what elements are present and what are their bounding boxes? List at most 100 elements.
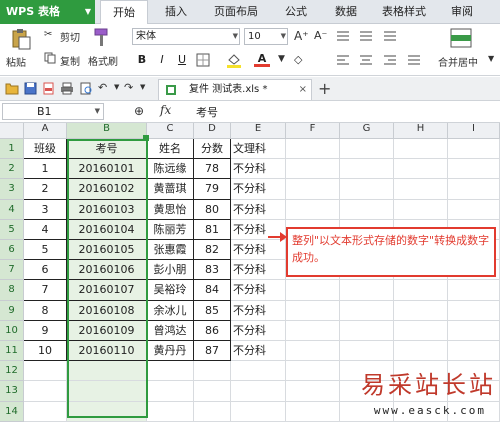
format-painter-label[interactable]: 格式刷 [88, 53, 118, 68]
tab-table-style[interactable]: 表格样式 [376, 0, 432, 24]
decrease-font-icon[interactable]: A⁻ [314, 29, 327, 42]
table-cell[interactable]: 86 [194, 320, 231, 341]
table-cell[interactable]: 黄蔷琪 [147, 179, 194, 200]
copy-label[interactable]: 复制 [60, 53, 80, 68]
empty-cell[interactable] [231, 401, 286, 422]
column-header-a[interactable]: A [24, 123, 67, 139]
table-cell[interactable]: 9 [24, 320, 67, 341]
row-header[interactable]: 12 [0, 361, 24, 382]
table-cell[interactable]: 曾鸿达 [147, 320, 194, 341]
open-folder-icon[interactable] [5, 82, 19, 95]
empty-cell[interactable] [147, 361, 194, 382]
table-cell[interactable]: 83 [194, 260, 231, 281]
empty-cell[interactable] [394, 341, 448, 362]
empty-cell[interactable] [394, 139, 448, 160]
table-cell[interactable]: 吴裕玲 [147, 280, 194, 301]
empty-cell[interactable] [340, 199, 394, 220]
row-header[interactable]: 5 [0, 219, 24, 240]
paste-label[interactable]: 粘贴 [6, 54, 26, 69]
table-cell[interactable]: 20160107 [67, 280, 147, 301]
empty-cell[interactable] [194, 401, 231, 422]
column-header-d[interactable]: D [194, 123, 231, 139]
empty-cell[interactable] [394, 179, 448, 200]
column-header-h[interactable]: H [394, 123, 448, 139]
row-header[interactable]: 11 [0, 341, 24, 362]
column-header-i[interactable]: I [448, 123, 500, 139]
table-cell[interactable]: 81 [194, 219, 231, 240]
app-menu-button[interactable]: WPS 表格 ▼ [0, 0, 95, 24]
empty-cell[interactable] [394, 199, 448, 220]
column-header-e[interactable]: E [231, 123, 286, 139]
table-cell[interactable]: 不分科 [231, 179, 286, 200]
row-header[interactable]: 3 [0, 179, 24, 200]
table-cell[interactable]: 20160102 [67, 179, 147, 200]
fill-color-icon[interactable] [226, 52, 242, 68]
empty-cell[interactable] [394, 300, 448, 321]
format-painter-icon[interactable] [92, 28, 110, 48]
tab-insert[interactable]: 插入 [158, 0, 194, 24]
table-cell[interactable]: 85 [194, 300, 231, 321]
font-size-select[interactable]: 10 ▼ [244, 28, 288, 45]
export-pdf-icon[interactable] [42, 82, 55, 95]
header-cell[interactable]: 考号 [67, 139, 147, 160]
table-cell[interactable]: 黄思怡 [147, 199, 194, 220]
header-cell[interactable]: 文理科 [231, 139, 286, 160]
table-cell[interactable]: 7 [24, 280, 67, 301]
table-cell[interactable]: 78 [194, 159, 231, 180]
table-cell[interactable]: 张惠霞 [147, 240, 194, 261]
table-cell[interactable]: 79 [194, 179, 231, 200]
empty-cell[interactable] [286, 139, 340, 160]
table-cell[interactable]: 6 [24, 260, 67, 281]
header-cell[interactable]: 姓名 [147, 139, 194, 160]
empty-cell[interactable] [286, 199, 340, 220]
column-header-c[interactable]: C [147, 123, 194, 139]
table-cell[interactable]: 2 [24, 179, 67, 200]
fill-handle[interactable] [143, 135, 149, 141]
tab-review[interactable]: 审阅 [444, 0, 480, 24]
empty-cell[interactable] [340, 139, 394, 160]
empty-cell[interactable] [24, 381, 67, 402]
table-cell[interactable]: 20160109 [67, 320, 147, 341]
empty-cell[interactable] [286, 361, 340, 382]
empty-cell[interactable] [67, 381, 147, 402]
empty-cell[interactable] [286, 341, 340, 362]
empty-cell[interactable] [286, 179, 340, 200]
scissors-icon[interactable]: ✂ [44, 29, 52, 40]
empty-cell[interactable] [448, 179, 500, 200]
table-cell[interactable]: 3 [24, 199, 67, 220]
redo-icon[interactable]: ↷ [124, 81, 133, 94]
empty-cell[interactable] [194, 361, 231, 382]
empty-cell[interactable] [194, 381, 231, 402]
cut-label[interactable]: 剪切 [60, 29, 80, 44]
row-header[interactable]: 10 [0, 320, 24, 341]
chevron-down-icon[interactable]: ▼ [114, 83, 119, 91]
empty-cell[interactable] [394, 280, 448, 301]
empty-cell[interactable] [286, 300, 340, 321]
empty-cell[interactable] [286, 401, 340, 422]
font-name-select[interactable]: 宋体 ▼ [132, 28, 240, 45]
empty-cell[interactable] [67, 361, 147, 382]
table-cell[interactable]: 5 [24, 240, 67, 261]
empty-cell[interactable] [448, 139, 500, 160]
empty-cell[interactable] [24, 401, 67, 422]
empty-cell[interactable] [147, 381, 194, 402]
clear-format-icon[interactable]: ◇ [294, 53, 302, 66]
table-cell[interactable]: 20160105 [67, 240, 147, 261]
empty-cell[interactable] [448, 341, 500, 362]
empty-cell[interactable] [286, 159, 340, 180]
column-header-g[interactable]: G [340, 123, 394, 139]
column-header-b[interactable]: B [67, 123, 147, 139]
copy-icon[interactable] [44, 52, 56, 64]
empty-cell[interactable] [448, 159, 500, 180]
function-icon[interactable]: fx [160, 103, 171, 117]
new-tab-icon[interactable]: + [318, 79, 331, 98]
row-header[interactable]: 4 [0, 199, 24, 220]
empty-cell[interactable] [231, 361, 286, 382]
border-icon[interactable] [196, 53, 210, 67]
horizontal-align-icon[interactable] [336, 54, 426, 66]
vertical-align-icon[interactable] [336, 30, 400, 42]
empty-cell[interactable] [448, 280, 500, 301]
print-preview-icon[interactable] [79, 82, 93, 95]
undo-icon[interactable]: ↶ [98, 81, 107, 94]
table-cell[interactable]: 彭小朋 [147, 260, 194, 281]
